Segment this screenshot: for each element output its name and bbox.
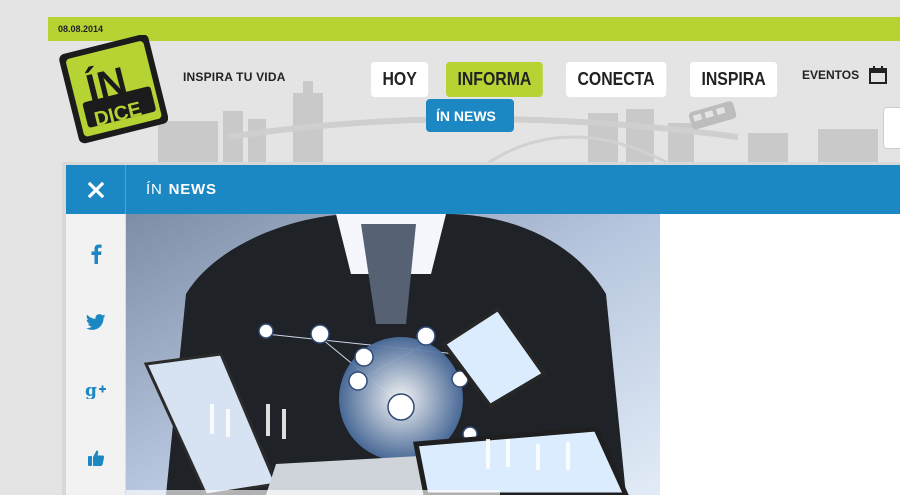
share-twitter-button[interactable] — [66, 302, 125, 342]
site-header: ÍN DICE INSPIRA TU VIDA HOY INFORMA CONE… — [48, 35, 900, 163]
share-sidebar: g — [66, 214, 126, 495]
section-title: ÍN NEWS — [146, 165, 217, 214]
twitter-icon — [85, 314, 105, 330]
nav-item-inspira[interactable]: INSPIRA — [689, 62, 777, 97]
close-icon — [87, 181, 104, 198]
main-nav: HOY INFORMA CONECTA INSPIRA — [371, 62, 789, 97]
nav-item-hoy[interactable]: HOY — [371, 62, 429, 97]
share-like-button[interactable] — [66, 438, 125, 478]
section-title-prefix: ÍN — [146, 181, 163, 198]
subnav-item-in-news[interactable]: ÍN NEWS — [426, 99, 514, 132]
indice-logo[interactable]: ÍN DICE — [58, 35, 168, 145]
article-content — [126, 214, 900, 495]
close-button[interactable] — [66, 165, 126, 214]
share-facebook-button[interactable] — [66, 234, 125, 274]
share-google-plus-button[interactable]: g — [66, 370, 125, 410]
article-hero-image — [126, 214, 660, 495]
site-tagline: INSPIRA TU VIDA — [183, 70, 286, 84]
section-header-bar: ÍN NEWS — [66, 165, 900, 214]
search-input[interactable] — [883, 107, 900, 149]
events-label: EVENTOS — [802, 68, 860, 82]
date-label: 08.08.2014 — [58, 24, 104, 34]
top-date-bar: 08.08.2014 — [48, 17, 900, 41]
calendar-icon — [869, 66, 888, 84]
nav-item-informa[interactable]: INFORMA — [446, 62, 543, 97]
svg-text:g: g — [85, 381, 97, 399]
google-plus-icon: g — [85, 381, 106, 399]
section-title-main: NEWS — [168, 181, 217, 198]
nav-item-conecta[interactable]: CONECTA — [566, 62, 667, 97]
thumbs-up-icon — [87, 450, 104, 466]
facebook-icon — [91, 244, 102, 264]
events-link[interactable]: EVENTOS — [802, 65, 900, 85]
